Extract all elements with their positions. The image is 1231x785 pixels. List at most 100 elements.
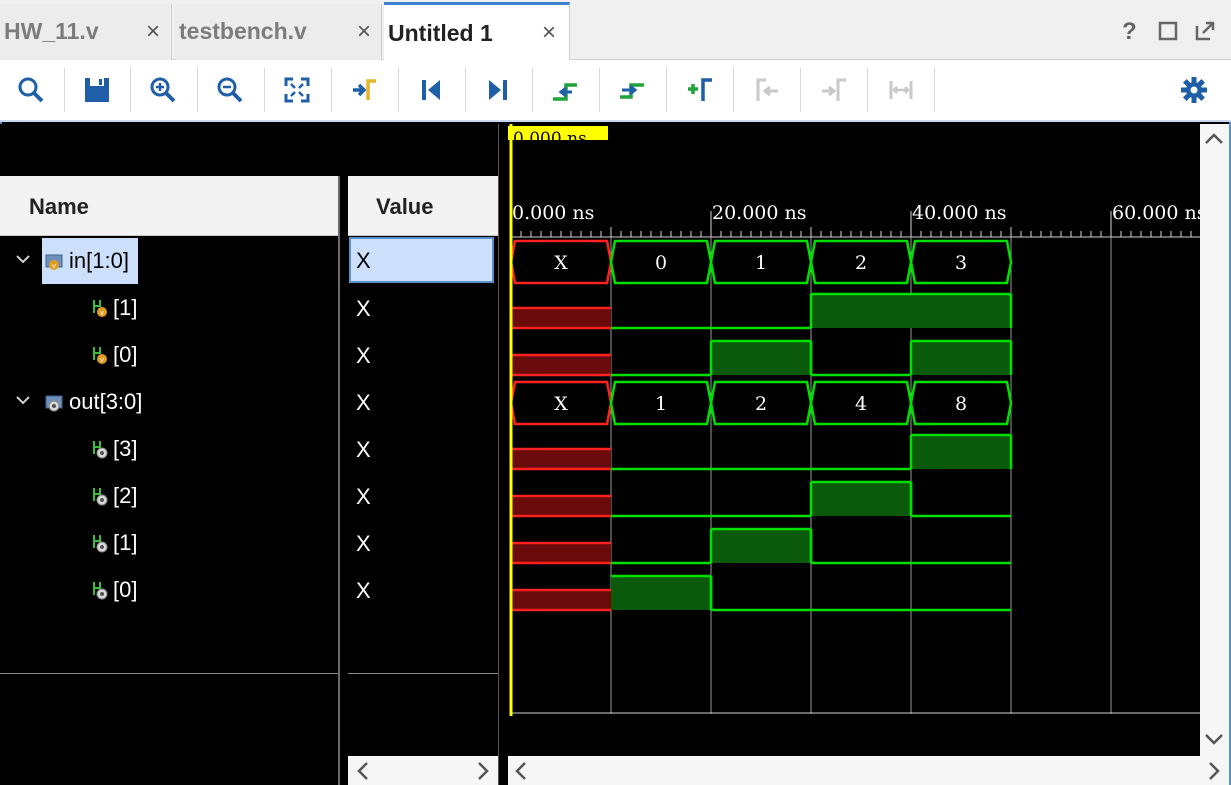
out-bit-x-fill <box>511 496 611 516</box>
scroll-left-icon[interactable] <box>354 760 372 782</box>
out-bit-x-fill <box>511 590 611 610</box>
list-end-divider <box>348 673 498 674</box>
output-bus-icon <box>45 395 63 412</box>
float-window-icon[interactable] <box>1194 20 1216 49</box>
in-bit-x-fill <box>511 308 611 328</box>
value-column-header[interactable]: Value <box>348 176 498 236</box>
next-marker-icon[interactable] <box>817 72 851 108</box>
signal-name: [1] <box>113 530 138 555</box>
zoom-out-icon[interactable] <box>213 72 247 108</box>
save-icon[interactable] <box>80 72 114 108</box>
tab-label: testbench.v <box>179 18 307 44</box>
svg-text:v: v <box>100 356 104 364</box>
in-bit-high-fill <box>711 341 811 375</box>
timeline-tick-label: 20.000 ns <box>712 202 807 224</box>
input-bit-icon: v <box>93 300 107 317</box>
signal-row-in-0[interactable]: v [0] <box>0 332 338 376</box>
scroll-left-icon[interactable] <box>512 760 530 782</box>
signal-value: X <box>356 484 371 509</box>
input-bus-icon: v <box>45 254 63 270</box>
signal-row-out[interactable]: out[3:0] <box>0 379 338 423</box>
out-bit-x-fill <box>511 449 611 469</box>
signal-value: X <box>356 343 371 368</box>
add-marker-icon[interactable] <box>683 72 717 108</box>
tab-label: HW_11.v <box>4 18 99 44</box>
signal-row-in-1[interactable]: v [1] <box>0 285 338 329</box>
scroll-down-icon[interactable] <box>1203 730 1225 748</box>
signal-value: X <box>356 296 371 321</box>
scroll-right-icon[interactable] <box>1205 760 1223 782</box>
in-bus-value-label: X <box>554 252 568 274</box>
signal-name: [0] <box>113 577 138 602</box>
signal-value: X <box>356 248 371 273</box>
tab-untitled-1[interactable]: Untitled 1 × <box>384 2 570 61</box>
go-to-last-time-icon[interactable] <box>481 72 515 108</box>
signal-row-out-2[interactable]: [2] <box>0 473 338 517</box>
out-bit-high-fill <box>911 435 1011 469</box>
close-tab-icon[interactable]: × <box>542 19 556 47</box>
waveform-canvas[interactable]: 0.000 ns 0.000 ns 20.000 ns 40.000 ns 60.000… <box>508 124 1200 756</box>
out-bus-value-label: 8 <box>955 393 967 415</box>
values-horizontal-scrollbar[interactable] <box>348 756 498 785</box>
in-bit-x-fill <box>511 355 611 375</box>
value-header-label: Value <box>376 194 434 219</box>
toolbar <box>0 60 1231 122</box>
tab-testbench[interactable]: testbench.v × <box>175 4 382 60</box>
tab-bar: HW_11.v × testbench.v × Untitled 1 × ? <box>0 0 1231 61</box>
swap-cursors-icon[interactable] <box>884 72 918 108</box>
name-header-label: Name <box>29 194 89 219</box>
timeline-tick-label: 60.000 ns <box>1112 202 1200 224</box>
signal-name: [0] <box>113 342 138 367</box>
zoom-in-icon[interactable] <box>146 72 180 108</box>
settings-gear-icon[interactable] <box>1177 72 1211 108</box>
name-column-header[interactable]: Name <box>0 176 338 236</box>
signal-name: in[1:0] <box>69 248 129 273</box>
pane-splitter[interactable] <box>338 124 348 785</box>
tab-label: Untitled 1 <box>388 20 493 46</box>
signal-value: X <box>356 390 371 415</box>
wave-vertical-scrollbar[interactable] <box>1200 124 1229 756</box>
signal-name: [3] <box>113 436 138 461</box>
next-transition-icon[interactable] <box>615 72 649 108</box>
search-icon[interactable] <box>14 72 48 108</box>
signal-row-in[interactable]: v in[1:0] <box>0 238 338 282</box>
in-bus-value-label: 3 <box>955 252 967 274</box>
out-bit-high-fill <box>611 576 711 610</box>
in-bit-high-fill <box>911 341 1011 375</box>
zoom-fit-icon[interactable] <box>280 72 314 108</box>
signal-value: X <box>356 437 371 462</box>
in-bit-high-fill <box>911 294 1011 328</box>
scroll-up-icon[interactable] <box>1203 130 1225 148</box>
scroll-right-icon[interactable] <box>474 760 492 782</box>
help-icon[interactable]: ? <box>1122 18 1137 46</box>
out-bit-high-fill <box>711 529 811 563</box>
out-bus-value-label: X <box>554 393 568 415</box>
signal-value: X <box>356 578 371 603</box>
wave-horizontal-scrollbar[interactable] <box>508 756 1229 785</box>
svg-text:v: v <box>52 262 56 270</box>
close-tab-icon[interactable]: × <box>357 18 371 46</box>
go-to-cursor-icon[interactable] <box>348 72 382 108</box>
list-end-divider <box>0 673 338 674</box>
signal-row-out-0[interactable]: [0] <box>0 567 338 611</box>
chevron-down-icon[interactable] <box>14 391 32 409</box>
out-bit-x-fill <box>511 543 611 563</box>
previous-transition-icon[interactable] <box>548 72 582 108</box>
out-bus-value-label: 2 <box>755 393 767 415</box>
waveform-svg: 0.000 ns 0.000 ns 20.000 ns 40.000 ns 60.000… <box>508 124 1200 716</box>
out-bus-value-label: 4 <box>855 393 867 415</box>
signal-row-out-1[interactable]: [1] <box>0 520 338 564</box>
restore-icon[interactable] <box>1157 20 1179 49</box>
go-to-time-0-icon[interactable] <box>414 72 448 108</box>
signal-name: [1] <box>113 295 138 320</box>
in-bit-high-fill <box>811 294 911 328</box>
previous-marker-icon[interactable] <box>750 72 784 108</box>
in-bus-value-label: 1 <box>755 252 767 274</box>
close-tab-icon[interactable]: × <box>146 18 160 46</box>
signal-row-out-3[interactable]: [3] <box>0 426 338 470</box>
out-bus-value-label: 1 <box>655 393 667 415</box>
tab-hw11[interactable]: HW_11.v × <box>0 4 172 60</box>
chevron-down-icon[interactable] <box>14 250 32 268</box>
pane-splitter[interactable] <box>498 124 508 785</box>
timeline-tick-label: 40.000 ns <box>912 202 1007 224</box>
